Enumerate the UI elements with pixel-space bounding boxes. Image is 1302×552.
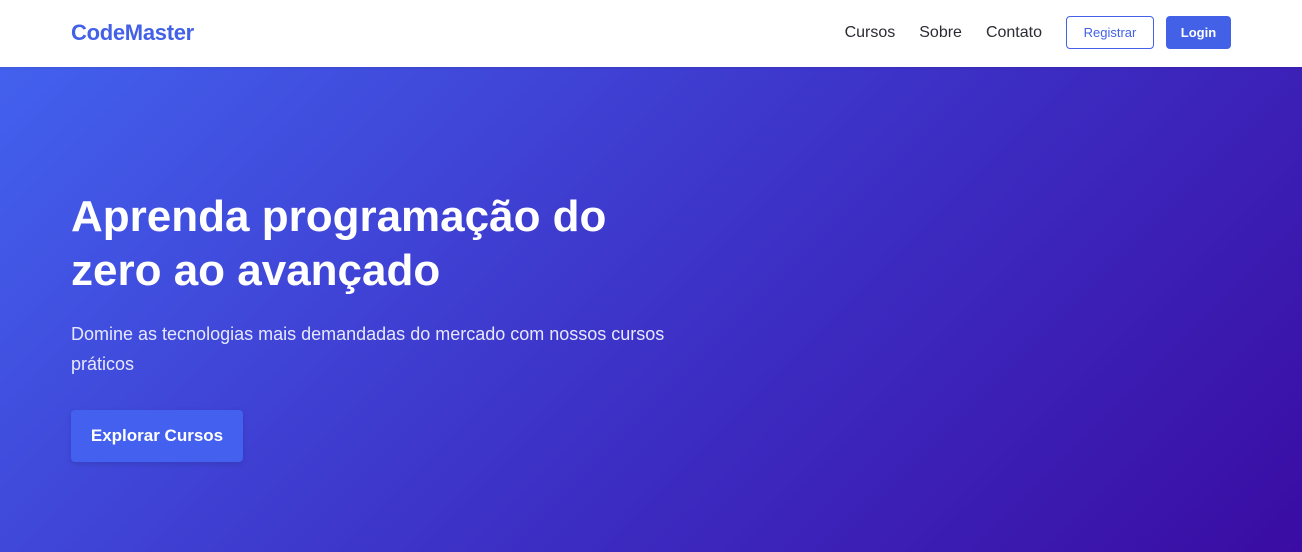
hero-subtitle: Domine as tecnologias mais demandadas do… [71, 324, 665, 374]
hero-section: Aprenda programação do zero ao avançado … [0, 67, 1302, 552]
explore-courses-button[interactable]: Explorar Cursos [71, 410, 243, 462]
navbar: CodeMaster Cursos Sobre Contato Registra… [0, 0, 1302, 67]
nav-link-cursos[interactable]: Cursos [845, 24, 896, 42]
nav-links: Cursos Sobre Contato Registrar Login [845, 16, 1231, 49]
logo[interactable]: CodeMaster [71, 20, 194, 46]
register-button[interactable]: Registrar [1066, 16, 1154, 49]
nav-link-sobre[interactable]: Sobre [919, 24, 962, 42]
login-button[interactable]: Login [1166, 16, 1231, 49]
hero-title: Aprenda programação do zero ao avançado [71, 192, 607, 295]
nav-link-contato[interactable]: Contato [986, 24, 1042, 42]
